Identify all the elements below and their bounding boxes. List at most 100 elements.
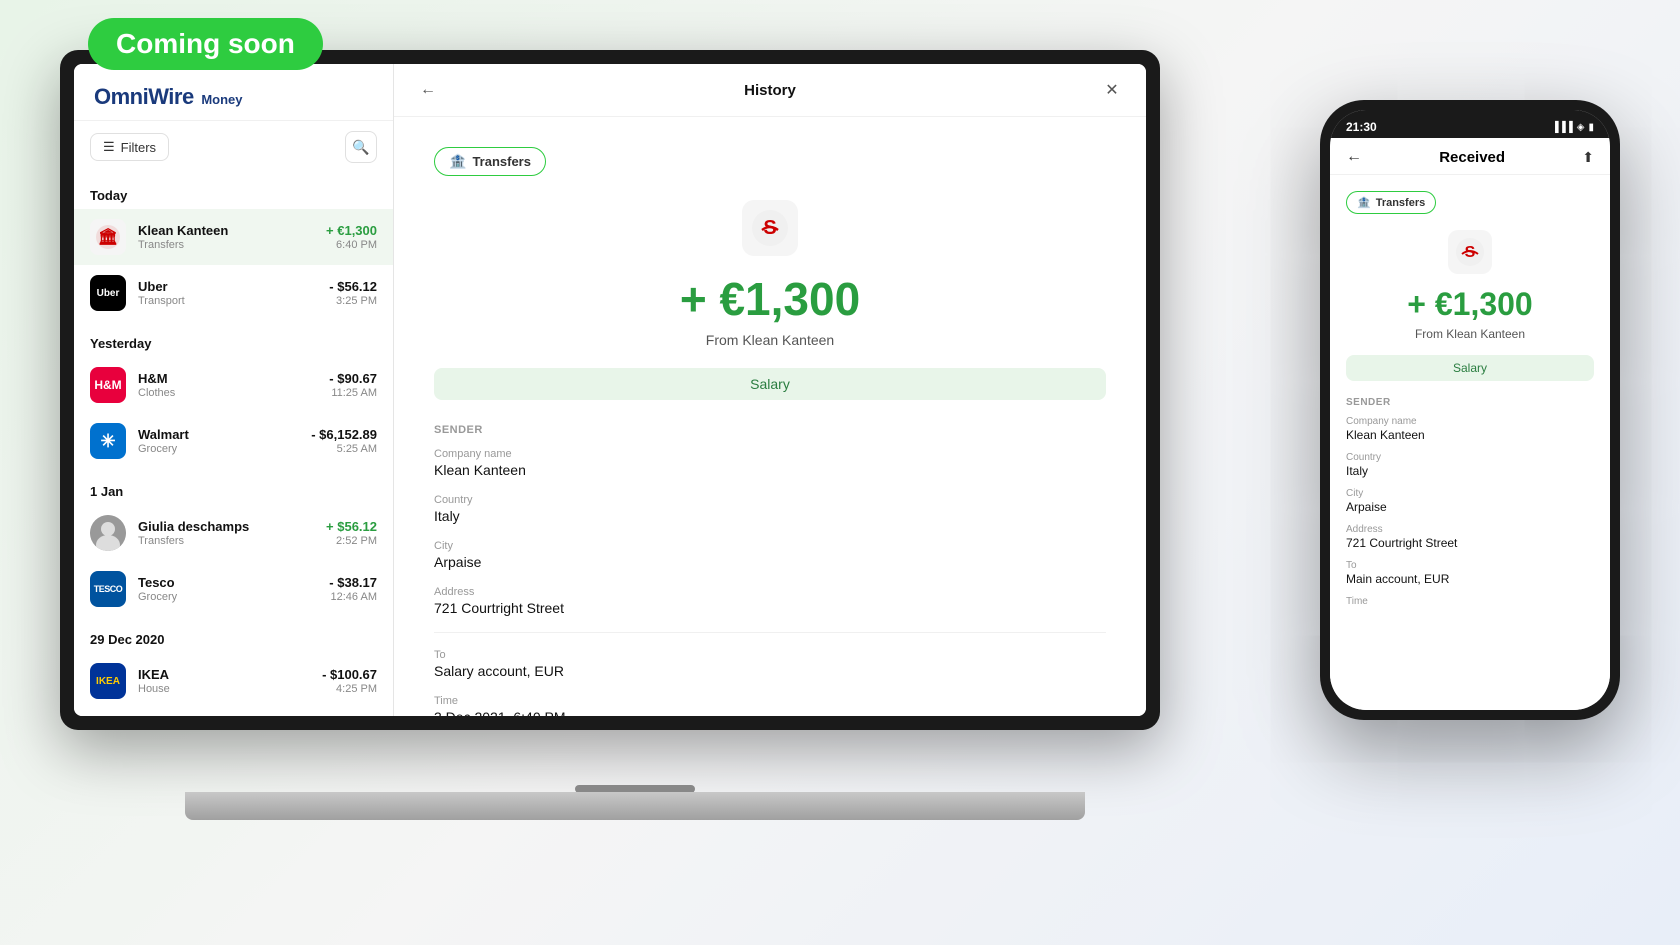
walmart-logo: ✳ (90, 423, 126, 459)
tx-name: Walmart (138, 427, 311, 442)
divider (434, 632, 1106, 633)
phone-status-icons: ▐▐▐ ◈ ▮ (1552, 122, 1594, 133)
battery-icon: ▮ (1588, 122, 1594, 133)
filters-bar: ☰ Filters 🔍 (74, 121, 393, 173)
tx-amount-block: - $6,152.89 5:25 AM (311, 427, 377, 455)
time-label: Time (434, 695, 1106, 707)
tx-name: Giulia deschamps (138, 519, 326, 534)
phone-santander-svg: S (1454, 236, 1486, 268)
close-button[interactable]: ✕ (1098, 76, 1126, 104)
tx-name: H&M (138, 371, 329, 386)
list-item[interactable]: Giulia deschamps Transfers + $56.12 2:52… (74, 505, 393, 561)
dec29-label: 29 Dec 2020 (90, 632, 164, 647)
phone-from: From Klean Kanteen (1346, 327, 1594, 341)
city-field: City Arpaise (434, 540, 1106, 570)
filter-icon: ☰ (103, 139, 115, 155)
tx-amount-block: - $100.67 4:25 PM (322, 667, 377, 695)
list-item[interactable]: IKEA IKEA House - $100.67 4:25 PM (74, 653, 393, 709)
tx-time: 12:46 AM (329, 591, 377, 603)
phone-share-button[interactable]: ⬆ (1582, 149, 1594, 166)
back-button[interactable]: ← (414, 76, 442, 104)
jan1-label: 1 Jan (90, 484, 123, 499)
phone-time-label: Time (1346, 596, 1594, 607)
laptop-screen-inner: OmniWire Money ☰ Filters 🔍 (74, 64, 1146, 716)
bank-icon: 🏦 (449, 153, 466, 170)
uber-logo: Uber (90, 275, 126, 311)
phone-header: ← Received ⬆ (1330, 138, 1610, 175)
sender-logo-large: S (742, 200, 798, 256)
tesco-logo: TESCO (90, 571, 126, 607)
tx-info: Uber Transport (138, 279, 329, 307)
phone-container: 21:30 ▐▐▐ ◈ ▮ ← Received ⬆ (1320, 100, 1620, 720)
list-item[interactable]: 🏛 Klean Kanteen Transfers + €1,300 6:40 … (74, 209, 393, 265)
address-value: 721 Courtright Street (434, 600, 1106, 616)
phone-city-field: City Arpaise (1346, 488, 1594, 514)
phone-country-label: Country (1346, 452, 1594, 463)
phone-address-field: Address 721 Courtright Street (1346, 524, 1594, 550)
list-item[interactable]: TESCO Tesco Grocery - $38.17 12:46 AM (74, 561, 393, 617)
jan1-section: 1 Jan (74, 469, 393, 505)
country-label: Country (434, 494, 1106, 506)
walmart-logo-text: ✳ (100, 431, 115, 452)
list-item[interactable]: Main account, USD - $250 (74, 709, 393, 716)
logo-name: OmniWire (94, 84, 194, 109)
tx-name: Tesco (138, 575, 329, 590)
phone-amount: + €1,300 (1346, 286, 1594, 323)
phone-screen: 21:30 ▐▐▐ ◈ ▮ ← Received ⬆ (1330, 110, 1610, 710)
list-item[interactable]: ✳ Walmart Grocery - $6,152.89 5:25 AM (74, 413, 393, 469)
filters-label: Filters (121, 140, 156, 155)
logo-text: OmniWire (94, 84, 199, 109)
salary-tag: Salary (434, 368, 1106, 400)
phone-address-label: Address (1346, 524, 1594, 535)
phone-country-field: Country Italy (1346, 452, 1594, 478)
tx-info: IKEA House (138, 667, 322, 695)
ikea-logo: IKEA (90, 663, 126, 699)
search-icon: 🔍 (352, 139, 369, 156)
tx-amount: + $56.12 (326, 519, 377, 534)
back-arrow-icon: ← (1346, 148, 1362, 165)
tx-info: Klean Kanteen Transfers (138, 223, 326, 251)
svg-text:🏛: 🏛 (98, 227, 118, 246)
country-value: Italy (434, 508, 1106, 524)
detail-panel: ← History ✕ 🏦 Transfers (394, 64, 1146, 716)
phone-city-value: Arpaise (1346, 500, 1594, 514)
time-value: 3 Dec 2021, 6:40 PM (434, 709, 1106, 716)
phone-to-label: To (1346, 560, 1594, 571)
phone-salary-tag: Salary (1346, 355, 1594, 381)
giulia-logo (90, 515, 126, 551)
city-label: City (434, 540, 1106, 552)
tx-time: 4:25 PM (322, 683, 377, 695)
laptop-base (185, 792, 1085, 820)
tx-category: Grocery (138, 591, 329, 603)
list-item[interactable]: H&M H&M Clothes - $90.67 11:25 AM (74, 357, 393, 413)
phone-content: 🏦 Transfers S + €1,300 From Klean Kantee (1330, 175, 1610, 710)
phone-transfers-badge: 🏦 Transfers (1346, 191, 1436, 214)
list-item[interactable]: Uber Uber Transport - $56.12 3:25 PM (74, 265, 393, 321)
tx-name: IKEA (138, 667, 322, 682)
tx-time: 11:25 AM (329, 387, 377, 399)
tx-category: Transport (138, 295, 329, 307)
tx-amount: - $56.12 (329, 279, 377, 294)
to-value: Salary account, EUR (434, 663, 1106, 679)
coming-soon-badge: Coming soon (88, 18, 323, 70)
history-header: ← History ✕ (394, 64, 1146, 117)
tx-category: Grocery (138, 443, 311, 455)
address-field: Address 721 Courtright Street (434, 586, 1106, 616)
phone-back-button[interactable]: ← (1346, 148, 1362, 166)
filters-button[interactable]: ☰ Filters (90, 133, 169, 161)
phone-bank-icon: 🏦 (1357, 196, 1371, 209)
transaction-list-panel: OmniWire Money ☰ Filters 🔍 (74, 64, 394, 716)
country-field: Country Italy (434, 494, 1106, 524)
laptop-container: OmniWire Money ☰ Filters 🔍 (60, 50, 1210, 810)
dec29-section: 29 Dec 2020 (74, 617, 393, 653)
search-button[interactable]: 🔍 (345, 131, 377, 163)
phone-time-field: Time (1346, 596, 1594, 607)
tx-category: Transfers (138, 535, 326, 547)
back-arrow-icon: ← (420, 81, 436, 99)
today-label: Today (90, 188, 127, 203)
share-icon: ⬆ (1582, 149, 1594, 165)
today-section: Today (74, 173, 393, 209)
klean-kanteen-logo: 🏛 (90, 219, 126, 255)
tx-amount-block: + €1,300 6:40 PM (326, 223, 377, 251)
close-icon: ✕ (1105, 80, 1118, 100)
